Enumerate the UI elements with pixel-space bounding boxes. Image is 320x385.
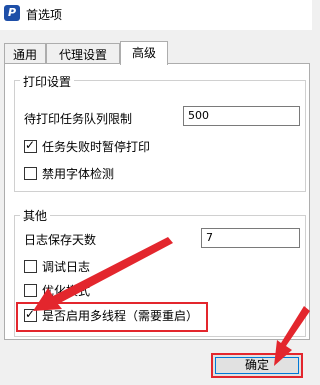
tab-label: 高级 [131,46,156,60]
tab-advanced[interactable]: 高级 [120,41,168,65]
arrow-to-ok-button [274,306,310,366]
arrow-to-multithread [33,237,173,311]
